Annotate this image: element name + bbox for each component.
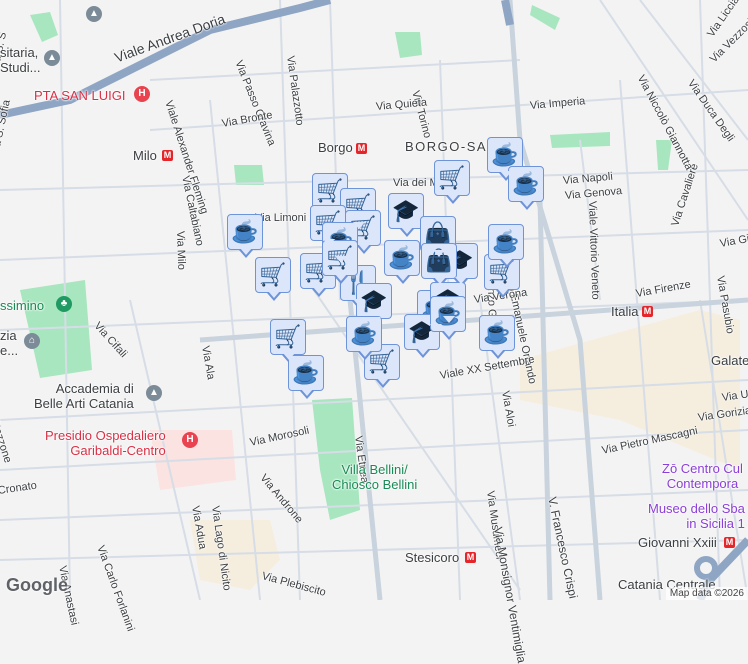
cart-icon: 🛒 [274, 324, 302, 349]
street-label: Via Milo [174, 230, 188, 271]
street-label: Via dei M [393, 177, 439, 189]
place-label-galatea[interactable]: Galatea [711, 353, 748, 368]
place-label-zo-centro[interactable]: Zō Centro Cul Contempora [662, 461, 743, 491]
school-icon[interactable]: ▲ [146, 385, 162, 401]
school-icon[interactable]: ▲ [86, 6, 102, 22]
place-label-borgo-san: BORGO-SAN [405, 139, 498, 154]
cafe-icon: ☕ [512, 171, 540, 196]
cart-icon: 🛒 [259, 262, 287, 287]
hospital-icon[interactable]: H [134, 86, 150, 102]
cart-icon: 🛒 [438, 165, 466, 190]
place-label-accademia[interactable]: Accademia di Belle Arti Catania [34, 381, 134, 411]
cafe-icon: ☕ [292, 360, 320, 385]
metro-icon: M [724, 537, 735, 548]
metro-icon: M [642, 306, 653, 317]
cafe-icon: ☕ [231, 219, 259, 244]
google-logo: Google [6, 575, 68, 595]
map-data-attribution[interactable]: Map data ©2026 [665, 587, 748, 600]
place-label-museo[interactable]: Museo dello Sba in Sicilia 1 [648, 501, 745, 531]
place-label-stesicoro[interactable]: Stesicoro [405, 550, 459, 565]
place-label-milo[interactable]: Milo [133, 148, 157, 163]
map-marker-cart[interactable]: 🛒 [255, 257, 291, 301]
place-label-borgo[interactable]: Borgo [318, 140, 353, 155]
place-label-pta-san-luigi[interactable]: PTA SAN LUIGI [34, 88, 126, 103]
map-marker-cafe[interactable]: ☕ [479, 315, 515, 359]
education-icon: 🎓 [392, 198, 420, 223]
school-icon[interactable]: ▲ [44, 50, 60, 66]
place-label-massimino[interactable]: ssimino [0, 298, 44, 313]
highway-north [501, 0, 514, 26]
shopping-icon: 👜 [424, 221, 452, 246]
hospital-icon[interactable]: H [182, 432, 198, 448]
place-label-universita[interactable]: sitaria, Studi... [0, 45, 40, 75]
map-marker-cart[interactable]: 🛒 [270, 319, 306, 363]
map-marker-shopping[interactable]: 👜 [421, 243, 457, 287]
park-icon[interactable]: ♣ [56, 296, 72, 312]
map-marker-cafe[interactable]: ☕ [488, 224, 524, 268]
metro-icon: M [356, 143, 367, 154]
map-marker-cafe[interactable]: ☕ [508, 166, 544, 210]
museum-icon[interactable]: ⌂ [24, 333, 40, 349]
cafe-icon: ☕ [483, 320, 511, 345]
map-marker-cafe[interactable]: ☕ [384, 240, 420, 284]
cart-icon: 🛒 [368, 349, 396, 374]
map-marker-cart[interactable]: 🛒 [434, 160, 470, 204]
cafe-icon: ☕ [388, 245, 416, 270]
map-marker-cafe[interactable]: ☕ [227, 214, 263, 258]
metro-icon: M [465, 552, 476, 563]
cafe-icon: ☕ [492, 229, 520, 254]
place-label-museum[interactable]: zia e... [0, 328, 18, 358]
map-marker-education[interactable]: 🎓 [388, 193, 424, 237]
metro-icon: M [162, 150, 173, 161]
cafe-icon: ☕ [350, 321, 378, 346]
map-marker-cafe[interactable]: ☕ [288, 355, 324, 399]
place-label-giovanni-xxiii[interactable]: Giovanni Xxiii [638, 535, 717, 550]
cafe-icon: ☕ [491, 142, 519, 167]
place-label-presidio[interactable]: Presidio Ospedaliero Garibaldi-Centro [45, 428, 166, 458]
place-label-villa-bellini[interactable]: Villa Bellini/ Chiosco Bellini [332, 462, 417, 492]
place-label-italia[interactable]: Italia [611, 304, 638, 319]
roundabout [694, 556, 718, 580]
